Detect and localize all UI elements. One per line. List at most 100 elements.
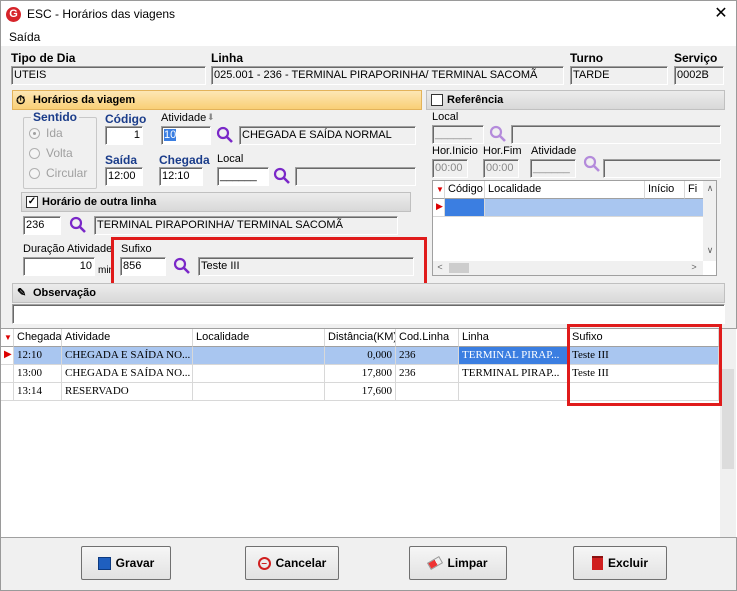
table-row-indicator: ▶	[1, 347, 14, 365]
local-label: Local	[217, 153, 244, 165]
ref-local-label: Local	[432, 111, 459, 123]
hor-inicio-input[interactable]: 00:00	[432, 159, 468, 178]
codigo-input[interactable]: 1	[105, 126, 143, 145]
table-cell[interactable]	[193, 347, 325, 365]
table-cell[interactable]: CHEGADA E SAÍDA NO...	[62, 365, 193, 383]
ref-grid-header-codigo[interactable]: Código	[445, 181, 485, 199]
atividade-desc-field: CHEGADA E SAÍDA NORMAL	[239, 126, 416, 145]
table-cell[interactable]	[459, 383, 569, 401]
table-cell[interactable]: 13:14	[14, 383, 62, 401]
duracao-label: Duração Atividade	[23, 243, 113, 255]
hor-fim-input[interactable]: 00:00	[483, 159, 519, 178]
table-cell[interactable]: TERMINAL PIRAP...	[459, 347, 569, 365]
referencia-title: Referência	[447, 94, 504, 106]
table-cell[interactable]: CHEGADA E SAÍDA NO...	[62, 347, 193, 365]
table-header-codlinha[interactable]: Cod.Linha	[396, 329, 459, 347]
sentido-ida-label: Ida	[46, 126, 63, 140]
local-input[interactable]: ______	[217, 167, 269, 186]
outra-linha-title: Horário de outra linha	[42, 196, 157, 208]
chegada-input[interactable]: 12:10	[159, 167, 203, 186]
search-icon[interactable]	[489, 125, 507, 143]
ref-grid-vscrollbar[interactable]: ∧ ∨	[703, 181, 716, 261]
outra-linha-header: ✓ Horário de outra linha	[21, 192, 411, 212]
ref-atividade-label: Atividade	[531, 145, 577, 157]
ref-local-input[interactable]: ______	[432, 125, 484, 144]
sentido-circular-label: Circular	[46, 166, 88, 180]
ref-grid-header-localidade[interactable]: Localidade	[485, 181, 645, 199]
table-cell[interactable]: 236	[396, 365, 459, 383]
ref-grid-header-inicio[interactable]: Início	[645, 181, 685, 199]
cancelar-button[interactable]: – Cancelar	[245, 546, 339, 580]
ref-grid-hscrollbar[interactable]: < >	[433, 261, 703, 275]
table-cell[interactable]: TERMINAL PIRAP...	[459, 365, 569, 383]
atividade-code-input[interactable]: 10	[161, 126, 211, 145]
table-header-atividade[interactable]: Atividade	[62, 329, 193, 347]
excluir-button[interactable]: Excluir	[573, 546, 667, 580]
table-cell[interactable]: 12:10	[14, 347, 62, 365]
sentido-volta-label: Volta	[46, 146, 73, 160]
table-cell[interactable]: RESERVADO	[62, 383, 193, 401]
window: G ESC - Horários das viagens ✕ Saída Tip…	[0, 0, 737, 591]
outra-linha-code-input[interactable]: 236	[23, 216, 61, 235]
horarios-title: Horários da viagem	[33, 94, 136, 106]
ref-grid-header-fim[interactable]: Fi	[685, 181, 705, 199]
menu-item-saida[interactable]: Saída	[9, 30, 40, 44]
table-cell[interactable]: 13:00	[14, 365, 62, 383]
limpar-button[interactable]: Limpar	[409, 546, 507, 580]
saida-input[interactable]: 12:00	[105, 167, 143, 186]
cancel-icon: –	[257, 556, 271, 570]
ref-grid-row[interactable]	[485, 199, 705, 217]
scroll-left-icon[interactable]: <	[433, 262, 447, 272]
scroll-thumb[interactable]	[449, 263, 469, 273]
sentido-circular-radio[interactable]	[29, 168, 40, 179]
table-cell[interactable]: 17,600	[325, 383, 396, 401]
referencia-checkbox[interactable]	[431, 94, 443, 106]
menu-bar: Saída	[1, 29, 736, 46]
linha-field: 025.001 - 236 - TERMINAL PIRAPORINHA/ TE…	[211, 66, 564, 85]
table-cell[interactable]: 0,000	[325, 347, 396, 365]
table-row-indicator	[1, 383, 14, 401]
referencia-header: Referência	[426, 90, 725, 110]
table-header-linha[interactable]: Linha	[459, 329, 569, 347]
sentido-volta-radio[interactable]	[29, 148, 40, 159]
table-cell[interactable]: 236	[396, 347, 459, 365]
ref-atividade-input[interactable]: ______	[530, 159, 576, 178]
observacao-input[interactable]	[12, 304, 725, 324]
app-logo-icon: G	[6, 7, 21, 22]
scroll-thumb[interactable]	[722, 369, 734, 469]
ref-atividade-desc	[603, 159, 721, 178]
close-icon[interactable]: ✕	[709, 3, 733, 25]
chegada-label: Chegada	[159, 153, 210, 167]
table-cell[interactable]	[193, 365, 325, 383]
table-header-localidade[interactable]: Localidade	[193, 329, 325, 347]
atividade-code-value: 10	[164, 129, 177, 141]
ref-grid-row[interactable]	[445, 199, 485, 217]
sentido-ida-radio[interactable]	[29, 128, 40, 139]
save-icon	[97, 556, 111, 570]
table-vscrollbar[interactable]	[720, 329, 736, 537]
limpar-label: Limpar	[447, 556, 488, 570]
referencia-grid[interactable]: ▼ Código Localidade Início Fi ▶ ∧ ∨ < >	[432, 180, 717, 276]
pin-icon: ⬇	[207, 112, 215, 122]
search-icon[interactable]	[69, 216, 87, 234]
duracao-input[interactable]: 10	[23, 257, 95, 276]
table-header-chegada[interactable]: Chegada	[14, 329, 62, 347]
outra-linha-desc-field: TERMINAL PIRAPORINHA/ TERMINAL SACOMÃ	[94, 216, 398, 235]
table-cell[interactable]	[396, 383, 459, 401]
scroll-down-icon[interactable]: ∨	[703, 245, 716, 256]
atividade-label: Atividade	[161, 112, 207, 124]
search-icon[interactable]	[216, 126, 234, 144]
ref-grid-row-indicator: ▶	[433, 199, 445, 217]
table-cell[interactable]	[193, 383, 325, 401]
scroll-right-icon[interactable]: >	[687, 262, 701, 272]
table-header-distancia[interactable]: Distância(KM)	[325, 329, 396, 347]
scroll-up-icon[interactable]: ∧	[703, 183, 716, 194]
gravar-button[interactable]: Gravar	[81, 546, 171, 580]
table-cell[interactable]: 17,800	[325, 365, 396, 383]
saida-label: Saída	[105, 153, 138, 167]
search-icon[interactable]	[583, 155, 601, 173]
highlight-sufixo-column	[567, 324, 722, 406]
outra-linha-checkbox[interactable]: ✓	[26, 196, 38, 208]
trash-icon	[591, 556, 603, 570]
search-icon[interactable]	[273, 167, 291, 185]
